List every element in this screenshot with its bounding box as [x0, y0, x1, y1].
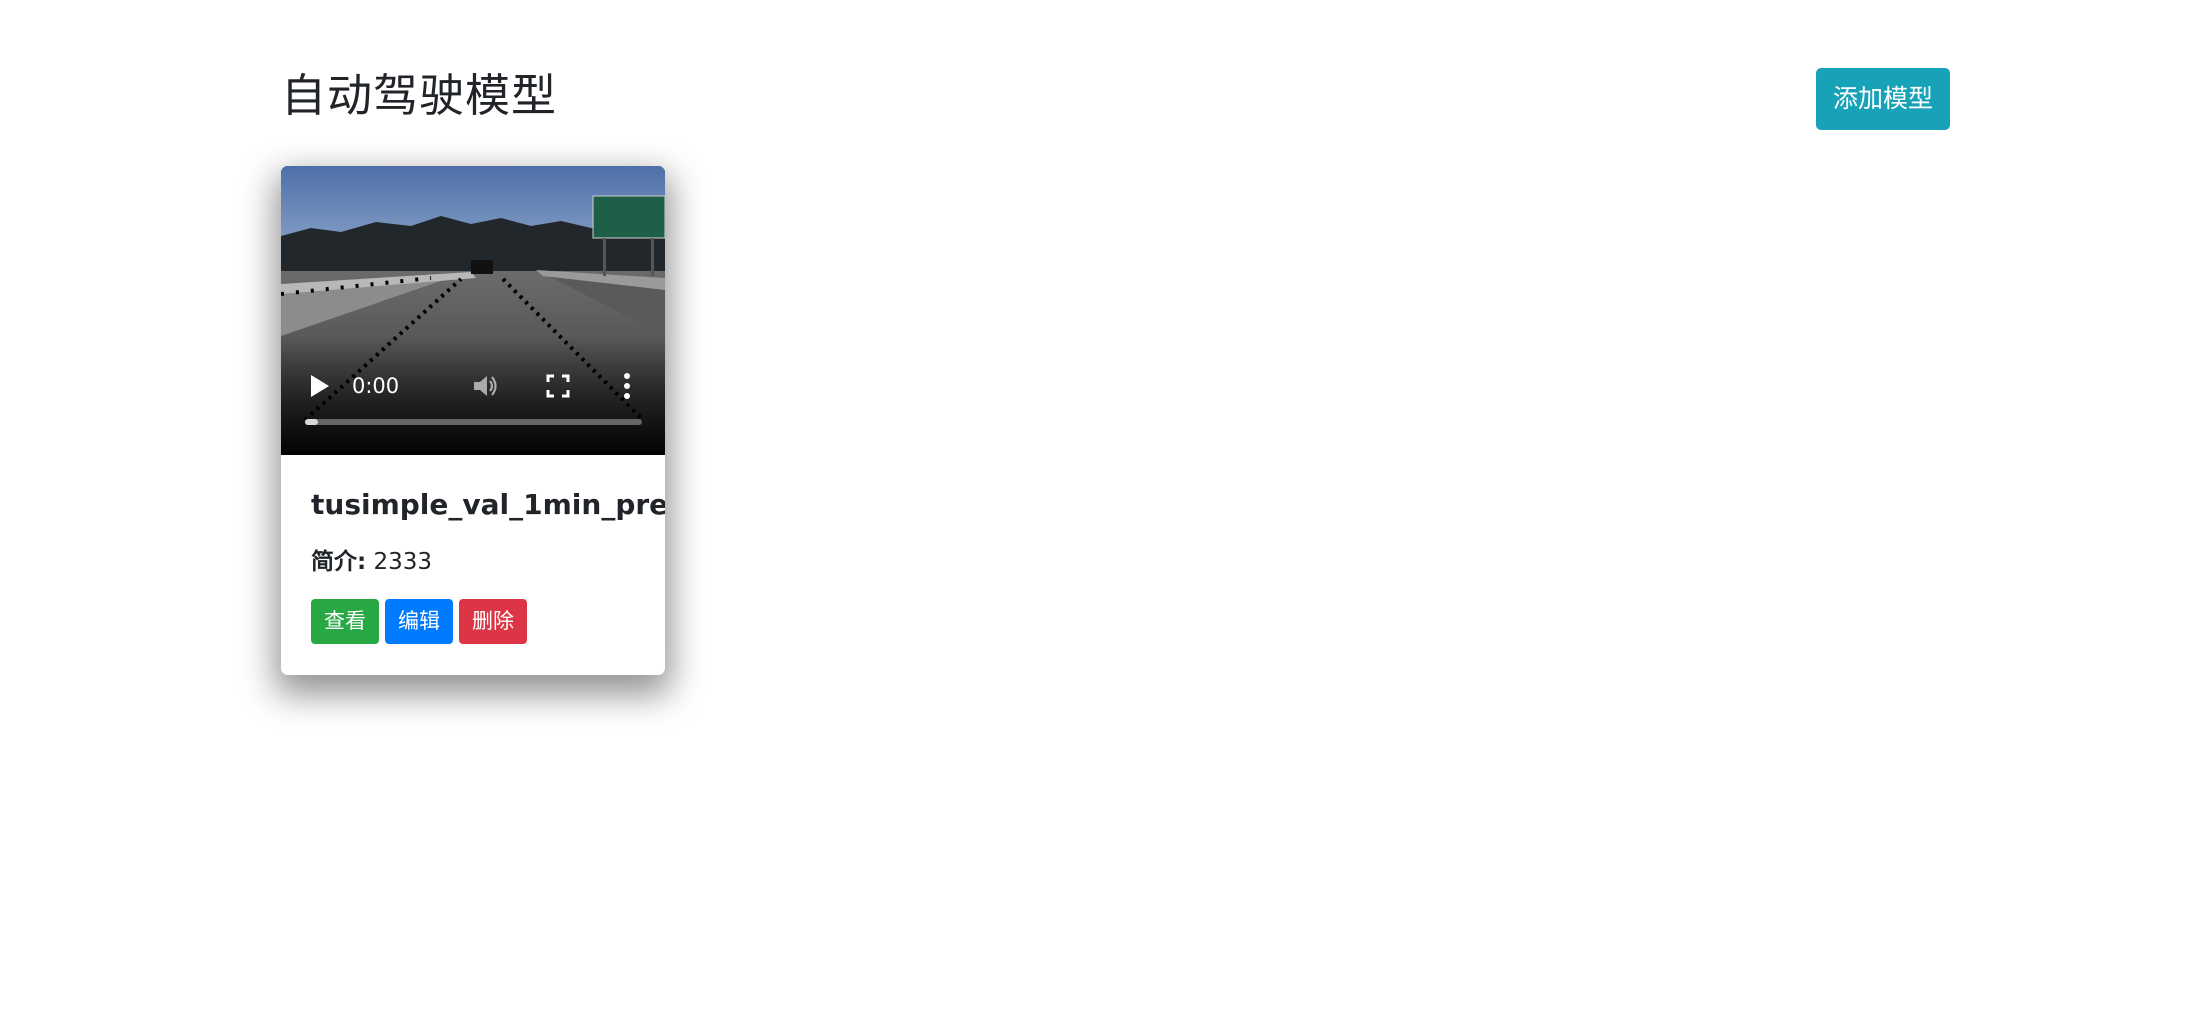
more-vert-icon[interactable]	[621, 370, 633, 402]
page-title: 自动驾驶模型	[281, 69, 558, 122]
model-card: 0:00 tusimple_val_1min_pred 简介: 2333 查看 …	[281, 166, 665, 675]
page: 自动驾驶模型 添加模型 0:00 tusimple_val_1min_pred …	[0, 0, 2190, 1025]
play-icon[interactable]	[307, 372, 333, 400]
card-description: 简介: 2333	[311, 545, 432, 579]
delete-button[interactable]: 删除	[459, 599, 527, 644]
description-value: 2333	[373, 549, 433, 575]
edit-button[interactable]: 编辑	[385, 599, 453, 644]
card-title: tusimple_val_1min_pred	[311, 488, 665, 521]
video-progress-bar[interactable]	[305, 419, 642, 425]
add-model-button[interactable]: 添加模型	[1816, 68, 1950, 130]
card-actions: 查看 编辑 删除	[311, 599, 527, 644]
volume-icon[interactable]	[470, 371, 500, 401]
video-time: 0:00	[352, 374, 400, 398]
fullscreen-icon[interactable]	[545, 373, 571, 399]
view-button[interactable]: 查看	[311, 599, 379, 644]
description-label: 简介:	[311, 549, 367, 575]
video-progress-fill	[305, 419, 319, 425]
video-player[interactable]: 0:00	[281, 166, 665, 455]
